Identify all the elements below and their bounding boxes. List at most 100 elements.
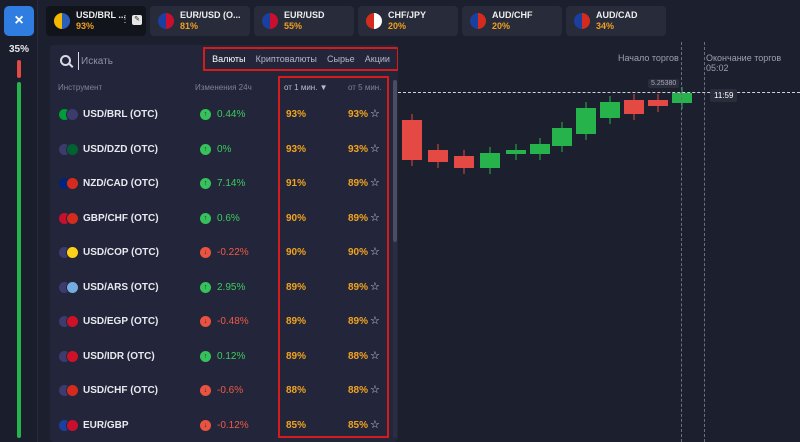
change-24h: -0.6% [217, 385, 244, 396]
candle-body [624, 100, 644, 114]
asset-name: USD/CHF (OTC) [83, 385, 158, 396]
candle-body [402, 120, 422, 160]
tab-payout: 81% [180, 21, 199, 31]
arrow-down-icon: ↓ [200, 316, 211, 327]
trading-app: × 35% USD/BRL ... 93% ⋮ ✎ EUR/USD (O... 81% EU… [0, 0, 800, 442]
arrow-up-icon: ↑ [200, 350, 211, 362]
asset-name: USD/EGP (OTC) [83, 316, 159, 327]
candle-body [530, 144, 550, 154]
change-24h: 0.12% [217, 350, 246, 362]
asset-tab[interactable]: AUD/CAD 34% [566, 6, 666, 36]
scrollbar-thumb[interactable] [393, 80, 397, 242]
header-change-24h[interactable]: Изменения 24ч [195, 83, 252, 92]
arrow-down-icon: ↓ [200, 419, 211, 431]
pair-flag-icon [58, 142, 80, 158]
pair-flag-icon [58, 280, 80, 296]
pin-icon[interactable]: ✎ [132, 15, 142, 25]
arrow-down-icon: ↓ [200, 247, 211, 258]
close-button[interactable]: × [4, 6, 34, 36]
tab-text: EUR/USD (O... 81% [180, 10, 241, 32]
trade-start-line [681, 42, 682, 442]
trade-start-label: Начало торгов [618, 53, 679, 63]
flag-icon [54, 13, 70, 29]
tab-payout: 55% [284, 21, 303, 31]
asset-tab[interactable]: AUD/CHF 20% [462, 6, 562, 36]
arrow-up-icon: ↑ [200, 212, 211, 224]
flag-icon [366, 13, 382, 29]
arrow-up-icon: ↑ [200, 178, 211, 189]
asset-name: NZD/CAD (OTC) [83, 178, 159, 189]
price-tag: 5.25380 [648, 79, 680, 88]
candle-body [454, 156, 474, 168]
change-24h: 0% [217, 143, 232, 155]
flag-icon [262, 13, 278, 29]
arrow-up-icon: ↑ [200, 109, 211, 120]
asset-name: USD/ARS (OTC) [83, 281, 159, 293]
asset-tab[interactable]: EUR/USD 55% [254, 6, 354, 36]
tab-menu-icon[interactable]: ⋮ [120, 14, 130, 25]
change-24h: 0.6% [217, 212, 240, 224]
asset-name: GBP/CHF (OTC) [83, 212, 159, 224]
asset-tab[interactable]: USD/BRL ... 93% ⋮ ✎ [46, 6, 146, 36]
flag-icon [470, 13, 486, 29]
category-tab[interactable]: Валюты [212, 54, 245, 64]
pair-flag-icon [58, 211, 80, 227]
candle-body [428, 150, 448, 162]
payout-highlight-box [278, 76, 389, 438]
change-24h: -0.22% [217, 247, 249, 258]
change-24h: 0.44% [217, 109, 246, 120]
pair-flag-icon [58, 107, 80, 123]
tab-payout: 34% [596, 21, 615, 31]
search-row: Валюты Криптовалюты Сырье Акции [50, 45, 398, 78]
tab-text: AUD/CAD 34% [596, 10, 638, 32]
asset-tab[interactable]: CHF/JPY 20% [358, 6, 458, 36]
current-price-line [398, 92, 800, 93]
price-chart[interactable]: Начало торгов Окончание торгов 05:02 5.2… [398, 42, 800, 442]
category-tab[interactable]: Криптовалюты [256, 54, 317, 64]
search-icon [60, 55, 71, 66]
arrow-up-icon: ↑ [200, 143, 211, 155]
flag-icon [158, 13, 174, 29]
tab-asset-name: AUD/CHF [492, 10, 533, 20]
sentiment-bar-down [17, 60, 21, 78]
trade-end-line [704, 42, 705, 442]
tab-payout: 20% [388, 21, 407, 31]
candle-body [672, 93, 692, 103]
asset-name: EUR/GBP [83, 419, 129, 431]
pair-flag-icon [58, 176, 80, 192]
tab-text: EUR/USD 55% [284, 10, 325, 32]
change-24h: -0.12% [217, 419, 249, 431]
left-rail: × 35% [0, 0, 38, 442]
tab-asset-name: EUR/USD (O... [180, 10, 241, 20]
pair-flag-icon [58, 245, 80, 261]
asset-name: USD/COP (OTC) [83, 247, 159, 258]
change-24h: 7.14% [217, 178, 246, 189]
current-time-tag: 11:59 [710, 89, 738, 102]
trade-end-time: 05:02 [706, 63, 729, 73]
asset-name: USD/BRL (OTC) [83, 109, 158, 120]
asset-tab[interactable]: EUR/USD (O... 81% [150, 6, 250, 36]
arrow-down-icon: ↓ [200, 385, 211, 396]
tab-text: AUD/CHF 20% [492, 10, 533, 32]
tab-text: CHF/JPY 20% [388, 10, 426, 32]
tab-asset-name: CHF/JPY [388, 10, 427, 20]
change-24h: 2.95% [217, 281, 246, 293]
flag-icon [574, 13, 590, 29]
category-tab[interactable]: Сырье [327, 54, 355, 64]
tab-payout: 20% [492, 21, 511, 31]
tab-asset-name: AUD/CAD [596, 10, 638, 20]
header-instrument[interactable]: Инструмент [58, 83, 102, 92]
candles-svg [402, 87, 692, 174]
pair-flag-icon [58, 383, 80, 399]
category-filter: Валюты Криптовалюты Сырье Акции [203, 47, 398, 71]
candle-body [648, 100, 668, 106]
arrow-up-icon: ↑ [200, 281, 211, 293]
asset-name: USD/IDR (OTC) [83, 350, 155, 362]
sentiment-percent: 35% [8, 44, 29, 55]
change-24h: -0.48% [217, 316, 249, 327]
category-tab[interactable]: Акции [365, 54, 390, 64]
tab-asset-name: USD/BRL ... [76, 10, 126, 20]
candle-body [552, 128, 572, 146]
candle-body [506, 150, 526, 154]
asset-tabs: USD/BRL ... 93% ⋮ ✎ EUR/USD (O... 81% EUR/USD 5… [42, 0, 800, 42]
